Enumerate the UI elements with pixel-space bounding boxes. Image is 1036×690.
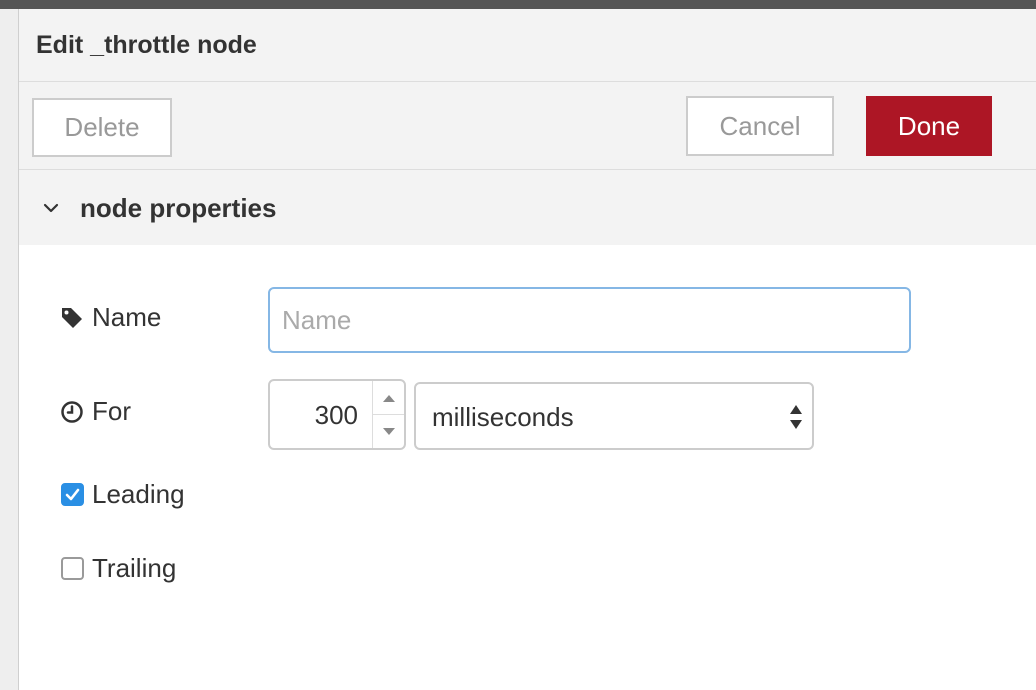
checkmark-icon [65,488,80,501]
workspace-edge [0,9,19,690]
done-button[interactable]: Done [866,96,992,156]
clock-icon [61,400,83,423]
edit-tray: Edit _throttle node Delete Cancel Done n… [19,9,1036,690]
duration-value[interactable]: 300 [315,400,358,431]
time-unit-select[interactable]: milliseconds [414,382,814,450]
caret-up-icon [382,394,395,402]
top-bar [0,0,1036,9]
trailing-label: Trailing [92,553,177,583]
select-arrows-icon [790,405,802,429]
leading-label-row: Leading [92,479,185,510]
trailing-label-row: Trailing [92,553,176,584]
name-label-row: Name [60,302,161,333]
tray-title: Edit _throttle node [36,31,257,59]
node-properties-section-header[interactable]: node properties [19,170,1036,245]
name-input[interactable] [268,287,911,353]
for-label-row: For [60,396,131,427]
leading-checkbox[interactable] [61,483,84,506]
spinner-arrows [372,381,404,448]
caret-down-icon [382,427,395,435]
time-unit-value: milliseconds [432,402,574,432]
delete-button[interactable]: Delete [32,98,172,157]
trailing-checkbox[interactable] [61,557,84,580]
section-title: node properties [80,193,277,223]
leading-label: Leading [92,479,185,509]
for-label: For [92,396,131,426]
tray-toolbar: Delete Cancel Done [19,82,1036,170]
spinner-down-button[interactable] [373,415,404,448]
name-label: Name [92,302,162,332]
duration-spinner[interactable]: 300 [268,379,406,450]
spinner-up-button[interactable] [373,381,404,415]
tray-header: Edit _throttle node [19,9,1036,82]
cancel-button[interactable]: Cancel [686,96,834,156]
chevron-down-icon [43,203,59,213]
tag-icon [62,307,82,328]
